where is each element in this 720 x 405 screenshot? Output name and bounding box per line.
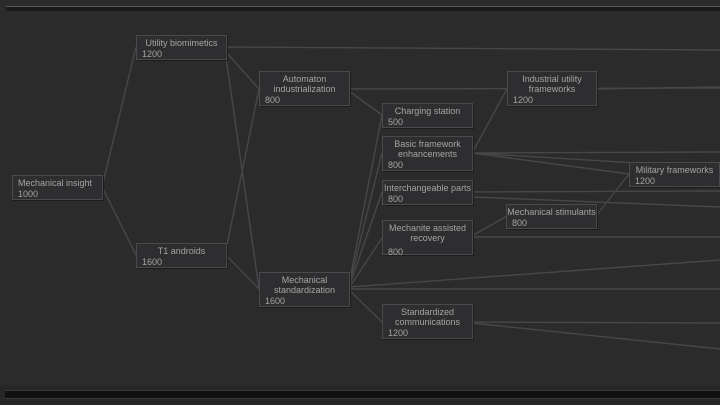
node-name: Mechanical stimulants [507, 207, 596, 217]
node-mechanical-standardization[interactable]: Mechanical standardization 1600 [259, 272, 350, 307]
node-cost: 800 [388, 160, 404, 170]
node-name: Interchangeable parts [384, 183, 472, 193]
node-cost: 1200 [513, 95, 534, 105]
link [471, 152, 630, 175]
node-name: Standardized communications [394, 307, 461, 327]
node-cost: 1200 [142, 49, 163, 59]
node-name: T1 androids [157, 246, 206, 256]
link [225, 88, 260, 251]
node-mechanical-insight[interactable]: Mechanical insight 1000 [12, 175, 103, 200]
node-cost: 500 [388, 117, 404, 127]
node-cost: 1000 [18, 189, 39, 199]
link [348, 191, 383, 288]
node-name: Basic framework enhancements [394, 139, 461, 159]
node-industrial-utility-frameworks[interactable]: Industrial utility frameworks 1200 [507, 71, 597, 106]
link [348, 237, 383, 289]
link [348, 114, 383, 285]
node-cost: 1600 [142, 257, 163, 267]
link [471, 215, 508, 237]
link [225, 56, 260, 290]
node-name: Industrial utility frameworks [522, 74, 582, 94]
node-name: Charging station [394, 106, 461, 116]
node-name: Mechanite assisted recovery [388, 223, 467, 243]
scrollbar-thumb[interactable] [6, 6, 720, 11]
link [348, 90, 383, 116]
node-utility-biomimetics[interactable]: Utility biomimetics 1200 [136, 35, 227, 60]
link [471, 190, 720, 193]
node-cost: 800 [265, 95, 281, 105]
node-name: Mechanical insight [18, 178, 93, 188]
node-military-frameworks[interactable]: Military frameworks 1200 [629, 162, 720, 187]
link [225, 254, 260, 290]
research-tree-canvas: Mechanical insight 1000 Utility biomimet… [0, 0, 720, 386]
node-name: Military frameworks [635, 165, 714, 175]
node-charging-station[interactable]: Charging station 500 [382, 103, 473, 128]
node-basic-framework-enhancements[interactable]: Basic framework enhancements 800 [382, 136, 473, 171]
link [471, 151, 720, 154]
node-name: Mechanical standardization [273, 275, 336, 295]
prerequisite-links [101, 46, 720, 350]
node-cost: 1600 [265, 296, 286, 306]
node-interchangeable-parts[interactable]: Interchangeable parts 800 [382, 180, 473, 205]
link [348, 259, 720, 288]
link [225, 46, 720, 51]
scrollbar-track[interactable] [5, 390, 720, 399]
link [348, 152, 383, 287]
node-mechanical-stimulants[interactable]: Mechanical stimulants 800 [506, 204, 597, 229]
link [595, 173, 630, 217]
node-cost: 1200 [635, 176, 656, 186]
node-standardized-communications[interactable]: Standardized communications 1200 [382, 304, 473, 339]
node-name: Utility biomimetics [145, 38, 218, 48]
link [471, 88, 508, 154]
horizontal-scrollbar[interactable] [0, 386, 720, 405]
link [348, 289, 383, 323]
node-automaton-industrialization[interactable]: Automaton industrialization 800 [259, 71, 350, 106]
node-cost: 800 [388, 247, 404, 257]
link [471, 321, 720, 324]
node-cost: 1200 [388, 328, 409, 338]
link [101, 46, 137, 188]
node-t1-androids[interactable]: T1 androids 1600 [136, 243, 227, 268]
node-name: Automaton industrialization [273, 74, 336, 94]
link [101, 186, 137, 256]
node-cost: 800 [512, 218, 528, 228]
node-cost: 800 [388, 194, 404, 204]
link [225, 51, 260, 90]
link [471, 322, 720, 350]
node-mechanite-assisted-recovery[interactable]: Mechanite assisted recovery 800 [382, 220, 473, 257]
